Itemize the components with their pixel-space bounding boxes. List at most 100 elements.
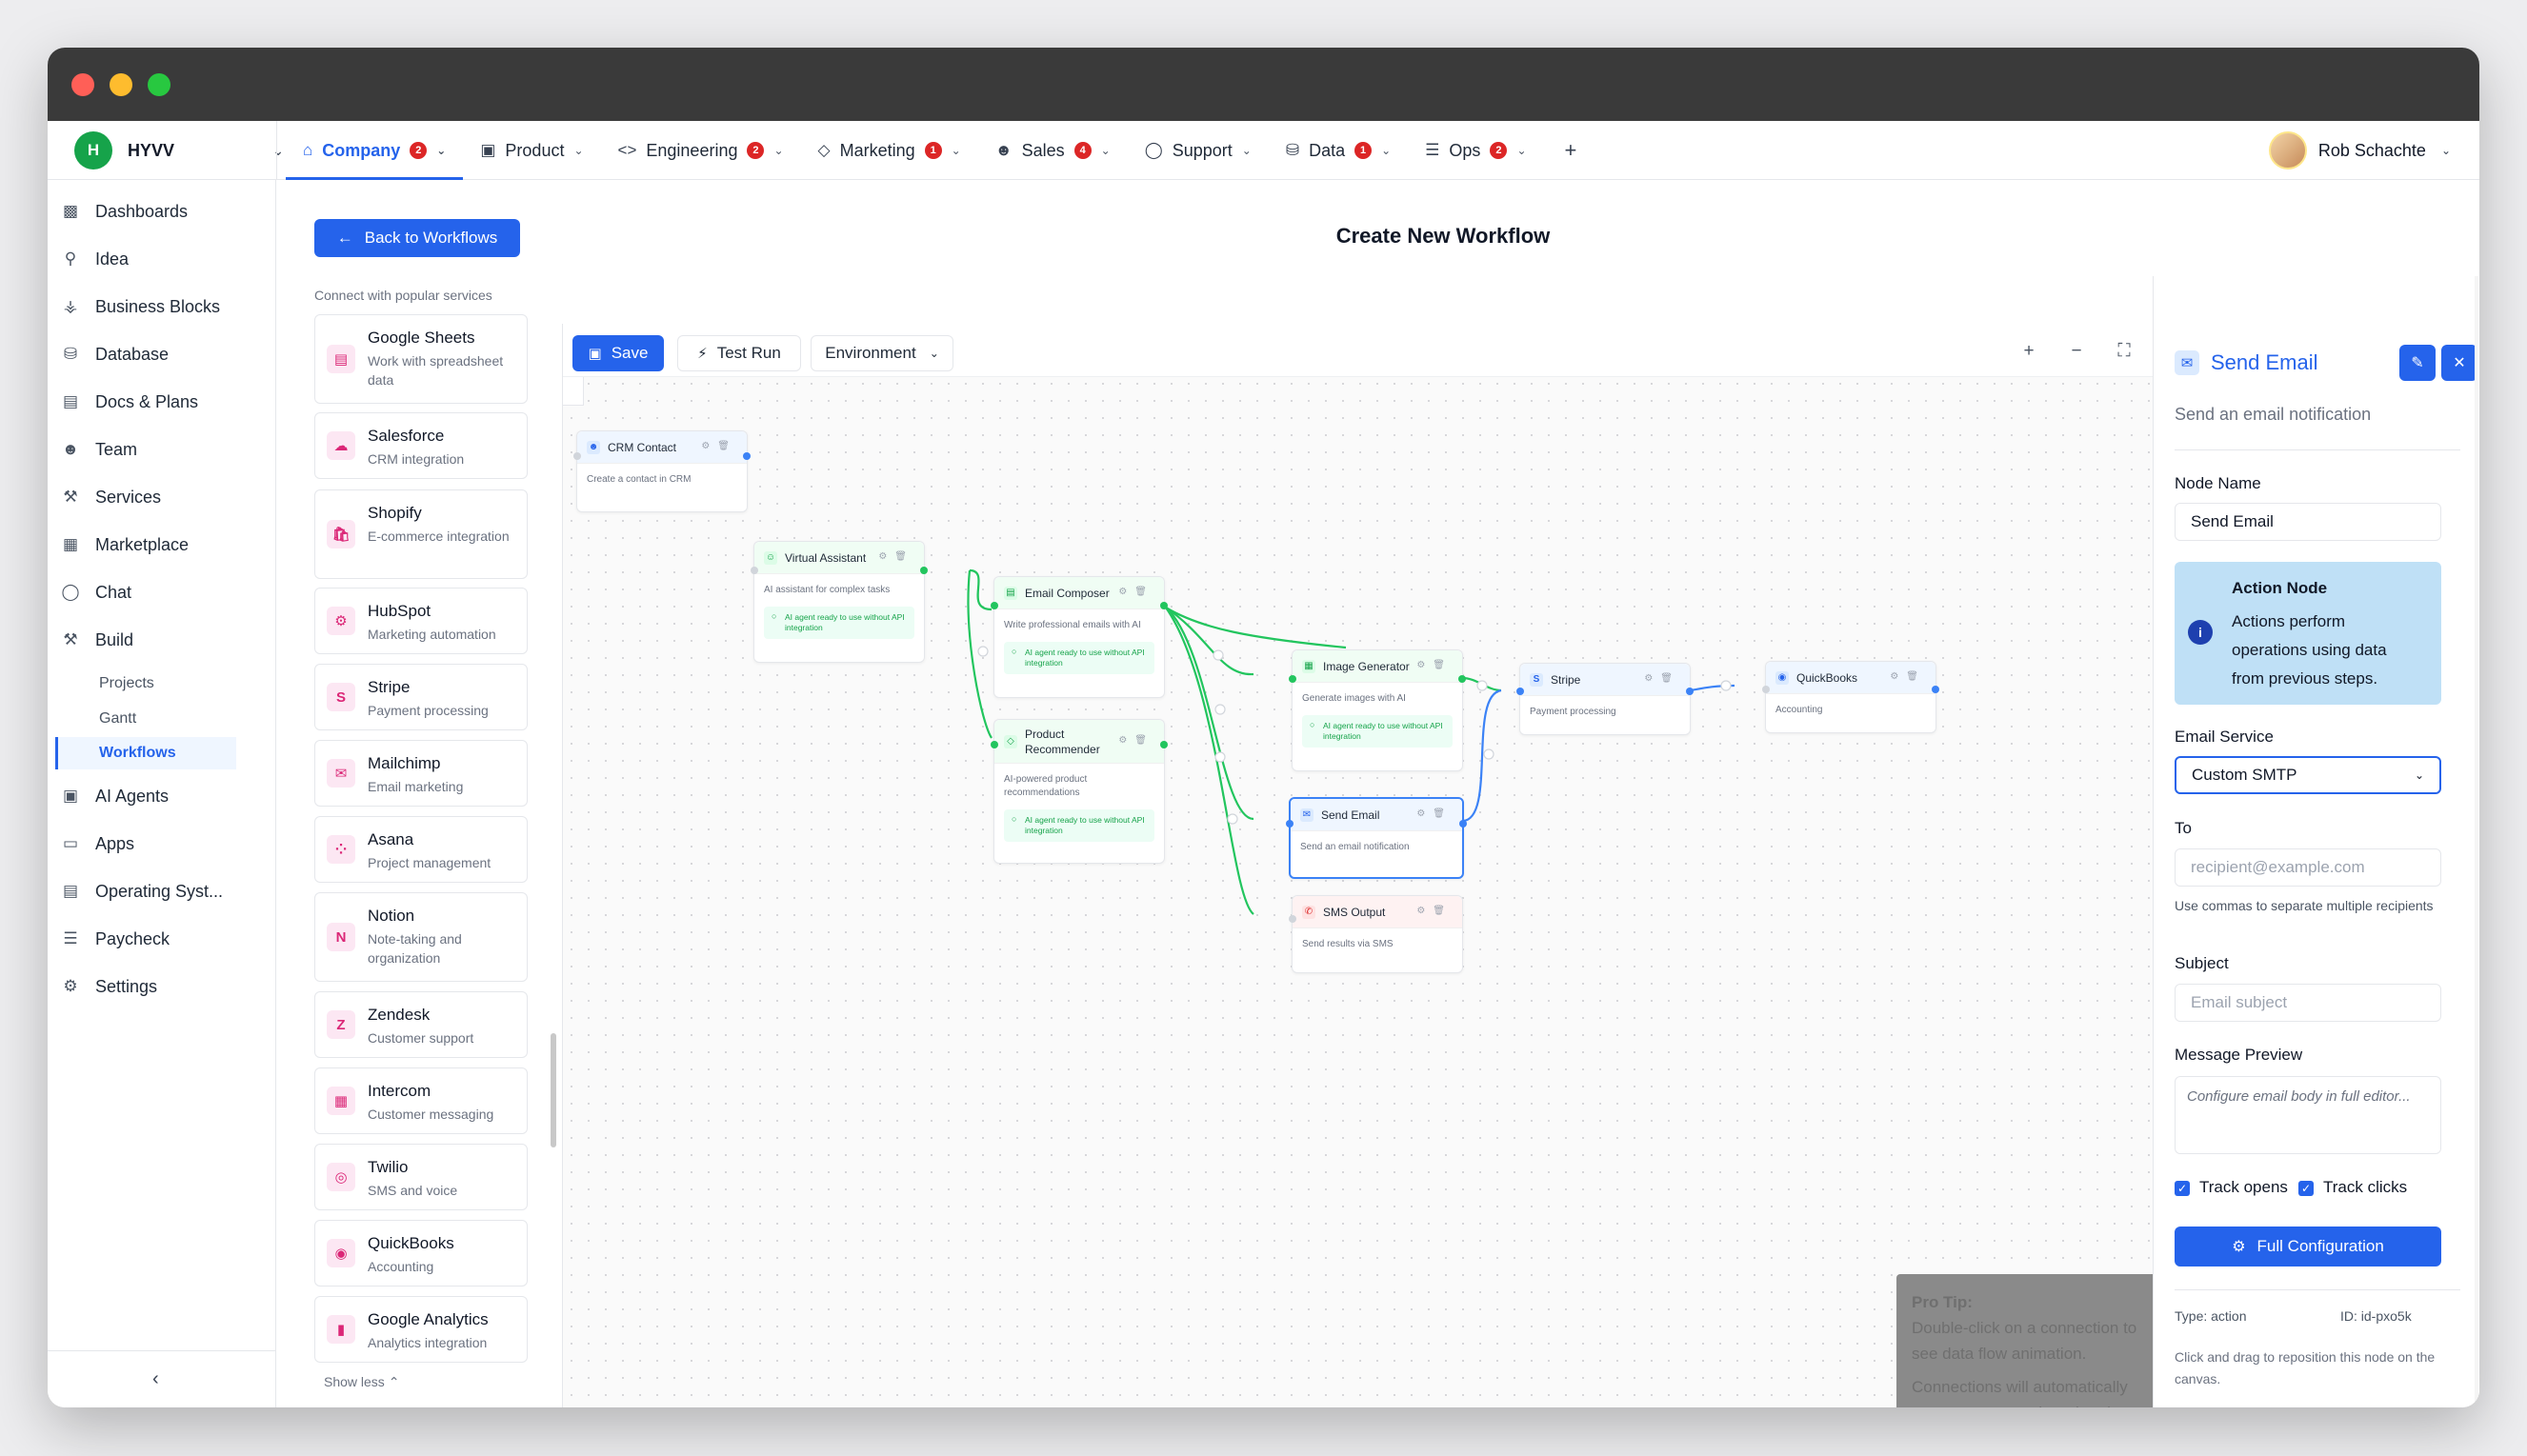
- track-clicks-checkbox[interactable]: ✓: [2298, 1181, 2314, 1196]
- to-input[interactable]: recipient@example.com: [2175, 848, 2441, 887]
- output-port[interactable]: [1160, 741, 1168, 748]
- tab-engineering[interactable]: <> Engineering 2 ⌄: [601, 121, 801, 180]
- node-sms-output[interactable]: ✆ SMS Output ⚙🗑 Send results via SMS: [1289, 895, 1463, 973]
- sidebar-item-idea[interactable]: ⚲ Idea: [59, 241, 267, 277]
- output-port[interactable]: [1686, 688, 1694, 695]
- service-card-shopify[interactable]: 🛍 Shopify E-commerce integration: [314, 489, 528, 579]
- node-actions-icon[interactable]: ⚙🗑: [701, 441, 737, 451]
- zoom-window-button[interactable]: [148, 73, 170, 96]
- node-virtual-assistant[interactable]: ☺ Virtual Assistant ⚙🗑 AI assistant for …: [751, 541, 928, 663]
- sidebar-item-business-blocks[interactable]: ⚶ Business Blocks: [59, 289, 267, 325]
- user-menu[interactable]: Rob Schachte ⌄: [2268, 131, 2451, 170]
- tab-marketing[interactable]: ◇ Marketing 1 ⌄: [801, 121, 978, 180]
- sidebar-subitem-workflows[interactable]: Workflows: [99, 739, 176, 768]
- node-crm-contact[interactable]: ☻ CRM Contact ⚙🗑 Create a contact in CRM: [573, 430, 751, 512]
- subject-input[interactable]: Email subject: [2175, 984, 2441, 1022]
- node-actions-icon[interactable]: ⚙🗑: [1118, 735, 1154, 746]
- service-card-intercom[interactable]: ▦ Intercom Customer messaging: [314, 1067, 528, 1134]
- tab-ops[interactable]: ☰ Ops 2 ⌄: [1408, 121, 1543, 180]
- minimize-window-button[interactable]: [110, 73, 132, 96]
- node-product-recommender[interactable]: ◇ Product Recommender ⚙🗑 AI-powered prod…: [991, 719, 1168, 864]
- service-card-google-sheets[interactable]: ▤ Google Sheets Work with spreadsheet da…: [314, 314, 528, 404]
- sidebar-item-operating-system[interactable]: ▤ Operating Syst...: [59, 873, 267, 909]
- node-name-input[interactable]: Send Email: [2175, 503, 2441, 541]
- service-card-zendesk[interactable]: Z Zendesk Customer support: [314, 991, 528, 1058]
- message-preview-textarea[interactable]: Configure email body in full editor...: [2175, 1076, 2441, 1154]
- node-quickbooks[interactable]: ◉ QuickBooks ⚙🗑 Accounting: [1762, 661, 1939, 733]
- input-port[interactable]: [1762, 686, 1770, 693]
- workflow-canvas[interactable]: ▣ Save ⚡ Test Run Environment ⌄ + − ⛶ 🗑: [562, 324, 2153, 1407]
- node-actions-icon[interactable]: ⚙🗑: [878, 551, 914, 562]
- input-port[interactable]: [1289, 675, 1296, 683]
- sidebar-item-apps[interactable]: ▭ Apps: [59, 826, 267, 862]
- edit-node-button[interactable]: ✎: [2399, 345, 2436, 381]
- notification-badge: 1: [924, 142, 942, 159]
- output-port[interactable]: [1459, 820, 1467, 828]
- output-port[interactable]: [920, 567, 928, 574]
- input-port[interactable]: [1289, 915, 1296, 923]
- sidebar-item-database[interactable]: ⛁ Database: [59, 336, 267, 372]
- add-tab-button[interactable]: +: [1544, 121, 1598, 180]
- service-card-mailchimp[interactable]: ✉ Mailchimp Email marketing: [314, 740, 528, 807]
- tab-sales[interactable]: ☻ Sales 4 ⌄: [978, 121, 1128, 180]
- sidebar-subitem-projects[interactable]: Projects: [99, 669, 154, 698]
- track-opens-checkbox[interactable]: ✓: [2175, 1181, 2190, 1196]
- sidebar-item-ai-agents[interactable]: ▣ AI Agents: [59, 778, 267, 814]
- node-actions-icon[interactable]: ⚙🗑: [1416, 906, 1453, 916]
- back-to-workflows-button[interactable]: ← Back to Workflows: [314, 219, 520, 257]
- output-port[interactable]: [1932, 686, 1939, 693]
- output-port[interactable]: [1160, 602, 1168, 609]
- node-send-email[interactable]: ✉ Send Email ⚙🗑 Send an email notificati…: [1286, 797, 1467, 879]
- sidebar-item-marketplace[interactable]: ▦ Marketplace: [59, 527, 267, 563]
- sidebar-item-dashboards[interactable]: ▩ Dashboards: [59, 193, 267, 229]
- node-stripe[interactable]: S Stripe ⚙🗑 Payment processing: [1516, 663, 1694, 735]
- node-email-composer[interactable]: ▤ Email Composer ⚙🗑 Write professional e…: [991, 576, 1168, 698]
- collapse-sidebar-icon[interactable]: ‹: [152, 1368, 159, 1390]
- node-image-generator[interactable]: ▦ Image Generator ⚙🗑 Generate images wit…: [1289, 649, 1466, 771]
- tab-support[interactable]: ◯ Support ⌄: [1128, 121, 1269, 180]
- input-port[interactable]: [991, 602, 998, 609]
- service-card-quickbooks[interactable]: ◉ QuickBooks Accounting: [314, 1220, 528, 1286]
- tab-label: Product: [505, 140, 565, 160]
- close-panel-button[interactable]: ✕: [2441, 345, 2477, 381]
- email-service-select[interactable]: Custom SMTP ⌄: [2175, 756, 2441, 794]
- sidebar-item-settings[interactable]: ⚙ Settings: [59, 968, 267, 1005]
- input-port[interactable]: [751, 567, 758, 574]
- node-actions-icon[interactable]: ⚙🗑: [1644, 673, 1680, 684]
- input-port[interactable]: [1286, 820, 1294, 828]
- service-card-notion[interactable]: N Notion Note-taking and organization: [314, 892, 528, 982]
- sidebar-subitem-gantt[interactable]: Gantt: [99, 705, 136, 733]
- node-actions-icon[interactable]: ⚙🗑: [1890, 671, 1926, 682]
- services-scrollbar[interactable]: [551, 1033, 556, 1147]
- service-card-hubspot[interactable]: ⚙ HubSpot Marketing automation: [314, 588, 528, 654]
- node-actions-icon[interactable]: ⚙🗑: [1416, 660, 1453, 670]
- panel-scrollbar[interactable]: [2475, 276, 2478, 1407]
- node-actions-icon[interactable]: ⚙🗑: [1118, 587, 1154, 597]
- output-port[interactable]: [1458, 675, 1466, 683]
- full-configuration-button[interactable]: ⚙ Full Configuration: [2175, 1227, 2441, 1267]
- sidebar-item-paycheck[interactable]: ☰ Paycheck: [59, 921, 267, 957]
- workspace-switcher[interactable]: H HYVV ⌄: [74, 131, 284, 170]
- sidebar-item-docs[interactable]: ▤ Docs & Plans: [59, 384, 267, 420]
- tab-product[interactable]: ▣ Product ⌄: [463, 121, 600, 180]
- service-card-twilio[interactable]: ◎ Twilio SMS and voice: [314, 1144, 528, 1210]
- input-port[interactable]: [573, 452, 581, 460]
- sidebar-item-services[interactable]: ⚒ Services: [59, 479, 267, 515]
- tab-company[interactable]: ⌂ Company 2 ⌄: [286, 121, 464, 180]
- mail-icon: ✉: [1300, 808, 1314, 822]
- input-port[interactable]: [1516, 688, 1524, 695]
- input-port[interactable]: [991, 741, 998, 748]
- show-less-link[interactable]: Show less ⌃: [324, 1374, 399, 1390]
- sidebar-item-build[interactable]: ⚒ Build: [59, 622, 267, 658]
- sidebar-item-team[interactable]: ☻ Team: [59, 431, 267, 468]
- service-card-google-analytics[interactable]: ▮ Google Analytics Analytics integration: [314, 1296, 528, 1363]
- node-actions-icon[interactable]: ⚙🗑: [1416, 808, 1453, 819]
- close-window-button[interactable]: [71, 73, 94, 96]
- output-port[interactable]: [743, 452, 751, 460]
- service-card-asana[interactable]: ⁘ Asana Project management: [314, 816, 528, 883]
- service-card-salesforce[interactable]: ☁ Salesforce CRM integration: [314, 412, 528, 479]
- sidebar-item-chat[interactable]: ◯ Chat: [59, 574, 267, 610]
- node-header: ◉ QuickBooks ⚙🗑: [1766, 662, 1935, 694]
- service-card-stripe[interactable]: S Stripe Payment processing: [314, 664, 528, 730]
- tab-data[interactable]: ⛁ Data 1 ⌄: [1269, 121, 1408, 180]
